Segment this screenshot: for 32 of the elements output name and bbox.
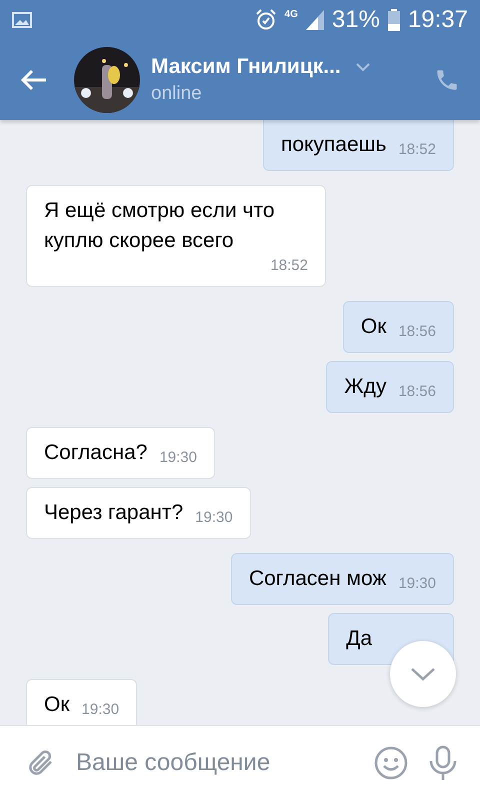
chevron-down-icon[interactable] [354,62,371,72]
message-text: Ок [360,314,386,340]
message-time: 19:30 [195,508,233,528]
message-text: покупаешь [280,132,386,158]
microphone-icon[interactable] [428,745,458,781]
message-time: 18:56 [398,322,436,342]
message-text: Согласна? [44,440,148,466]
clock: 19:37 [408,6,468,34]
picture-icon [12,12,32,28]
network-type: 4G [284,9,298,20]
message-time: 18:52 [398,140,436,160]
chevron-down-icon[interactable] [410,667,436,681]
message-text: Ок [44,692,70,718]
scroll-down-button[interactable] [390,641,456,707]
battery-icon [388,9,400,31]
message-time: 18:56 [398,382,436,402]
signal-icon [306,10,324,30]
online-status: online [151,83,203,105]
message-text: Согласен мож [248,566,386,592]
message-text: Да [346,626,372,652]
message-time: 19:30 [398,574,436,594]
smiley-icon[interactable] [374,746,408,780]
message-text: Я ещё смотрю если что куплю скорее всего [44,198,276,254]
message-time: 19:30 [159,448,197,468]
message-text: Через гарант? [44,500,184,526]
alarm-icon [254,9,277,31]
battery-percent: 31% [332,6,380,34]
message-time: 18:52 [270,256,308,276]
message-text: Жду [344,374,386,400]
contact-name[interactable]: Максим Гнилицк... [151,55,341,79]
back-button[interactable] [20,68,48,92]
message-time: 19:30 [82,700,120,720]
